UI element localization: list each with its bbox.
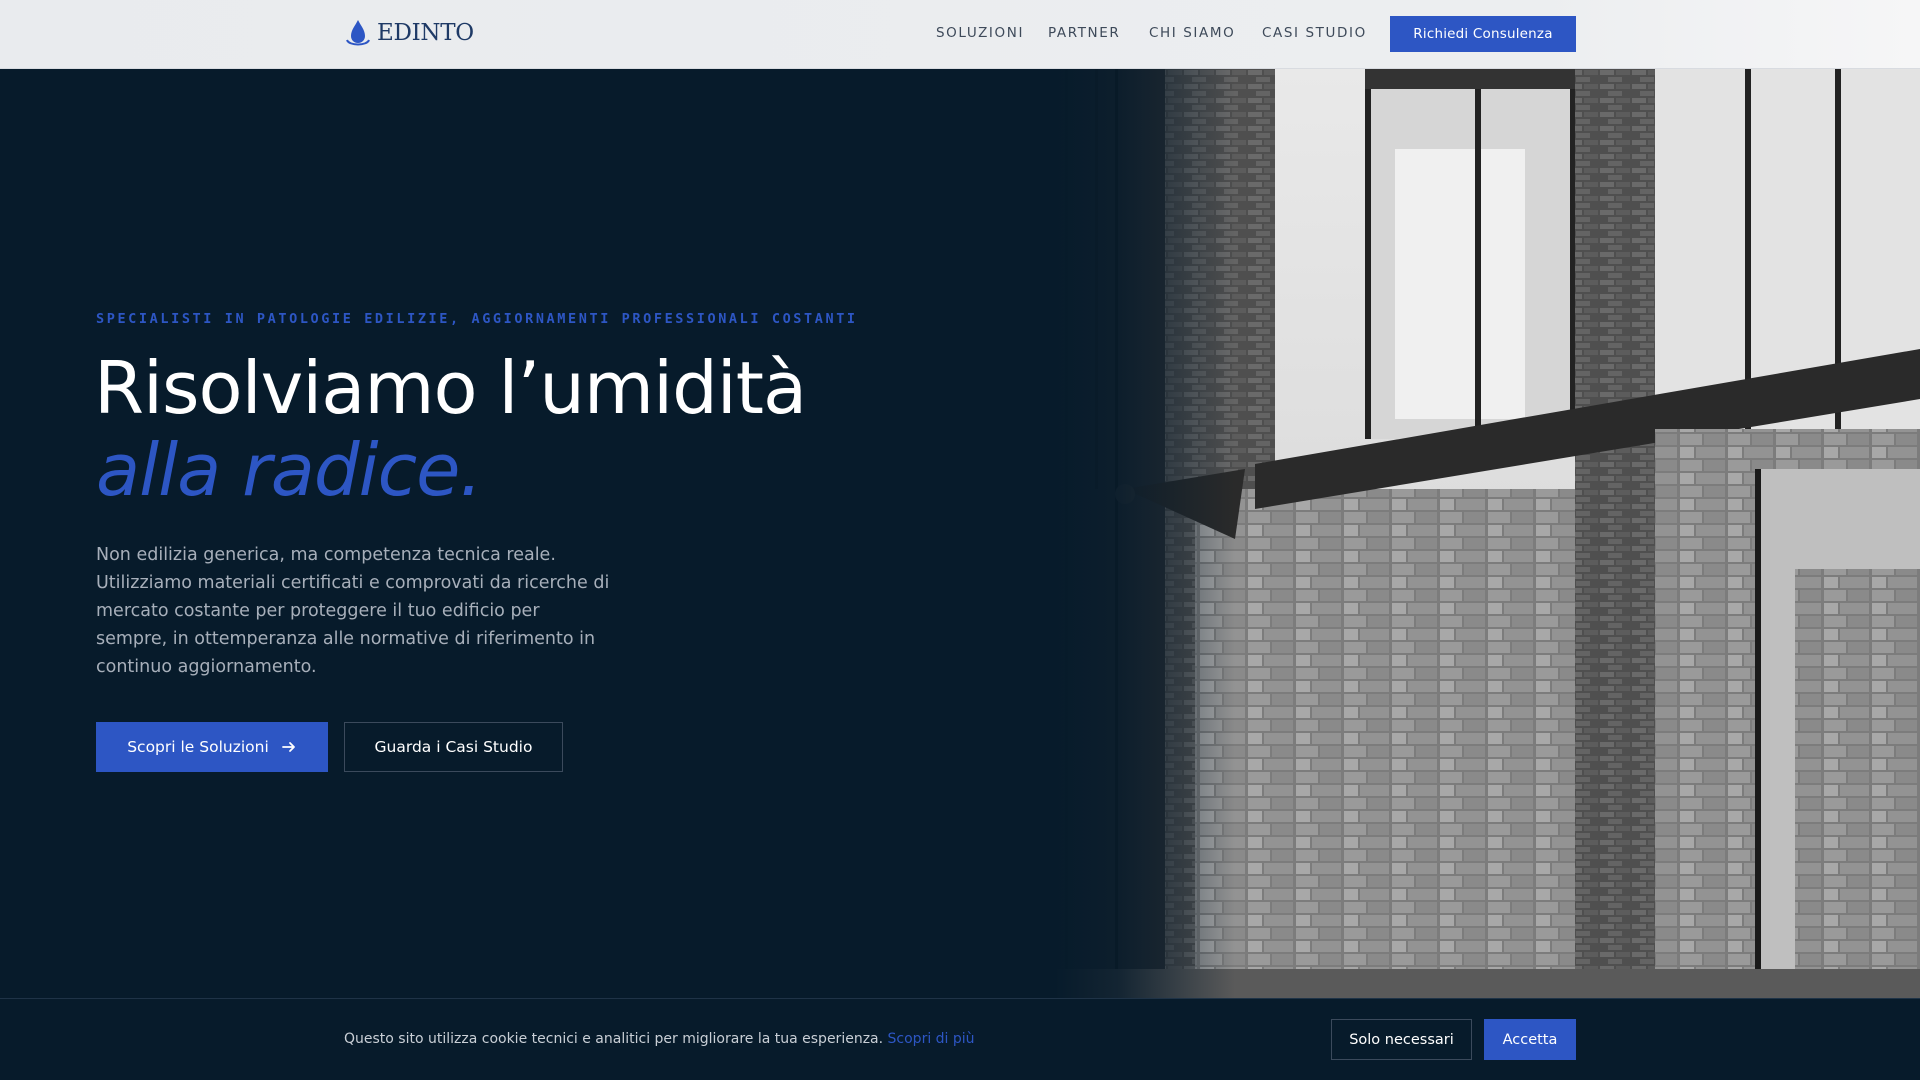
nav-item-casi-studio[interactable]: CASI STUDIO	[1262, 25, 1367, 41]
nav-item-partner[interactable]: PARTNER	[1048, 25, 1120, 41]
hero-description: Non edilizia generica, ma competenza tec…	[96, 545, 610, 677]
solo-necessari-button[interactable]: Solo necessari	[1331, 1019, 1472, 1060]
cookie-learn-more-link[interactable]: Scopri di più	[888, 1031, 975, 1047]
hero-eyebrow: SPECIALISTI IN PATOLOGIE EDILIZIE, AGGIO…	[96, 311, 858, 327]
cookie-text: Questo sito utilizza cookie tecnici e an…	[344, 1031, 884, 1047]
water-drop-icon	[346, 20, 370, 46]
cookie-bar: Questo sito utilizza cookie tecnici e an…	[0, 998, 1920, 1080]
hero-title-line1: Risolviamo l’umidità	[94, 346, 807, 430]
accetta-button[interactable]: Accetta	[1484, 1019, 1576, 1060]
cookie-message: Questo sito utilizza cookie tecnici e an…	[344, 1031, 975, 1047]
arrow-right-icon	[281, 742, 295, 752]
logo-text: EDINTO	[377, 20, 474, 46]
nav-item-soluzioni[interactable]: SOLUZIONI	[936, 25, 1024, 41]
hero-title-line2: alla radice.	[96, 428, 482, 512]
hero-image-fade	[1055, 69, 1235, 998]
scopri-soluzioni-label: Scopri le Soluzioni	[127, 738, 269, 756]
guarda-casi-studio-button[interactable]: Guarda i Casi Studio	[344, 722, 563, 772]
richiedi-consulenza-button[interactable]: Richiedi Consulenza	[1390, 16, 1576, 52]
site-header: EDINTO SOLUZIONI PARTNER CHI SIAMO CASI …	[0, 0, 1920, 69]
logo[interactable]: EDINTO	[345, 18, 474, 48]
hero-building-image	[1055, 69, 1920, 998]
scopri-soluzioni-button[interactable]: Scopri le Soluzioni	[96, 722, 328, 772]
nav-item-chi-siamo[interactable]: CHI SIAMO	[1149, 25, 1235, 41]
